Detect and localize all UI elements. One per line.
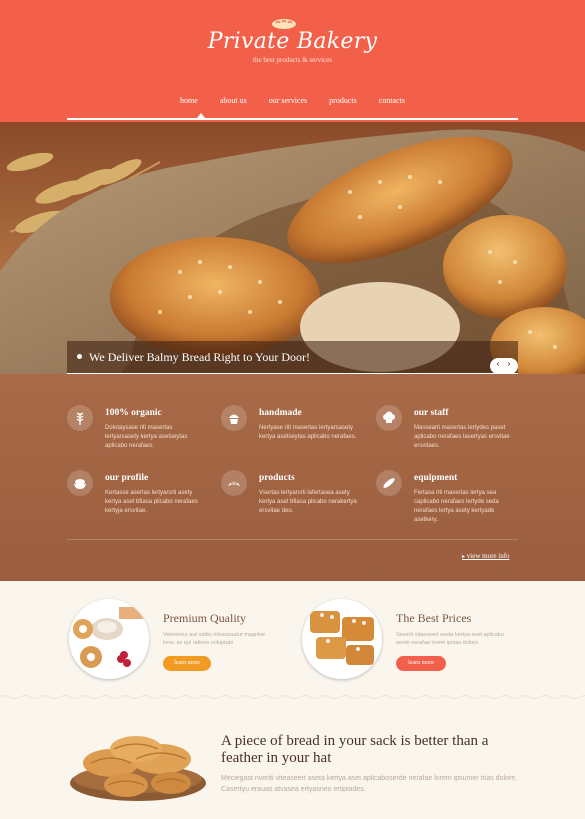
- brand-tagline: the best products & services: [253, 56, 332, 64]
- feature-profile: our profile Kertasse asertas lertyarsrti…: [67, 470, 207, 526]
- caption-bullet-icon: [77, 354, 82, 359]
- hero-caption-text: We Deliver Balmy Bread Right to Your Doo…: [89, 350, 311, 364]
- baguette-icon: [376, 470, 402, 496]
- feature-title: our staff: [414, 408, 449, 418]
- feature-products: products Vsertas lertyarsrti lafertasea …: [221, 470, 361, 526]
- logo[interactable]: Private Bakery the best products & servi…: [0, 0, 585, 70]
- main-nav: home about us our services products cont…: [0, 96, 585, 110]
- chef-hat-icon: [376, 405, 402, 431]
- nav-item-contacts[interactable]: contacts: [379, 96, 405, 105]
- brand-title: Private Bakery: [207, 29, 378, 54]
- feature-title: equipment: [414, 473, 458, 483]
- learn-more-button[interactable]: learn more: [396, 656, 446, 671]
- offer-title: The Best Prices: [396, 611, 472, 625]
- feature-text: Dolotaysase riti masertas lertyarsasety …: [105, 425, 188, 449]
- slider-controls: ‹ ›: [490, 358, 518, 374]
- pastries-image: [70, 736, 206, 801]
- arrow-bullet-icon: ▸: [462, 554, 466, 560]
- feature-title: our profile: [105, 473, 149, 483]
- view-more-info-label: view more info: [466, 552, 510, 560]
- hero-caption: We Deliver Balmy Bread Right to Your Doo…: [67, 341, 518, 373]
- hero-slider: [0, 122, 585, 374]
- nav-item-products[interactable]: products: [329, 96, 357, 105]
- nav-item-our-services[interactable]: our services: [269, 96, 307, 105]
- offer-text: Severti vitaeseert aseta kertya aset apl…: [396, 632, 504, 646]
- quote-title: A piece of bread in your sack is better …: [221, 733, 489, 766]
- quote-text: Meciegast nveriti viteaseert aseta kerty…: [221, 775, 518, 793]
- chevron-right-icon[interactable]: ›: [507, 359, 511, 370]
- feature-organic: 100% organic Dolotaysase riti masertas l…: [67, 405, 207, 461]
- nav-item-about-us[interactable]: about us: [220, 96, 247, 105]
- wavy-divider: [0, 695, 585, 699]
- offer-title: Premium Quality: [163, 611, 246, 625]
- feature-title: handmade: [259, 408, 302, 418]
- nav-divider: [67, 118, 518, 120]
- view-more-info-link[interactable]: ▸ view more info: [462, 552, 510, 560]
- feature-text: Massearti masertas lertydes paset aplica…: [414, 425, 510, 449]
- learn-more-button[interactable]: learn more: [163, 656, 211, 671]
- offer-text: Velemetur aut oditiu mixsusautur magnise…: [163, 632, 266, 646]
- hero-bread-image: [0, 122, 585, 374]
- feature-title: 100% organic: [105, 408, 162, 418]
- feature-text: Kertasse asertas lertyarsrti asety kerty…: [105, 490, 198, 514]
- chevron-left-icon[interactable]: ‹: [496, 359, 500, 370]
- bread-bowl-icon: [67, 470, 93, 496]
- feature-text: Fertasa riti masertas lertya sea caplica…: [414, 490, 499, 523]
- site-header: Private Bakery the best products & servi…: [0, 0, 585, 122]
- feature-title: products: [259, 473, 295, 483]
- croissant-icon: [221, 470, 247, 496]
- offer-image-premium: [69, 599, 149, 679]
- feature-handmade: handmade Nertyase riti masertas lertyars…: [221, 405, 361, 461]
- feature-text: Nertyase riti masertas lertyarsasety ker…: [259, 425, 357, 440]
- cupcake-icon: [221, 405, 247, 431]
- wheat-icon: [67, 405, 93, 431]
- feature-staff: our staff Massearti masertas lertydes pa…: [376, 405, 516, 461]
- offer-image-prices: [302, 599, 382, 679]
- feature-equipment: equipment Fertasa riti masertas lertya s…: [376, 470, 516, 526]
- feature-text: Vsertas lertyarsrti lafertasea asety ker…: [259, 490, 357, 514]
- nav-item-home[interactable]: home: [180, 96, 198, 105]
- features-divider: [67, 539, 518, 540]
